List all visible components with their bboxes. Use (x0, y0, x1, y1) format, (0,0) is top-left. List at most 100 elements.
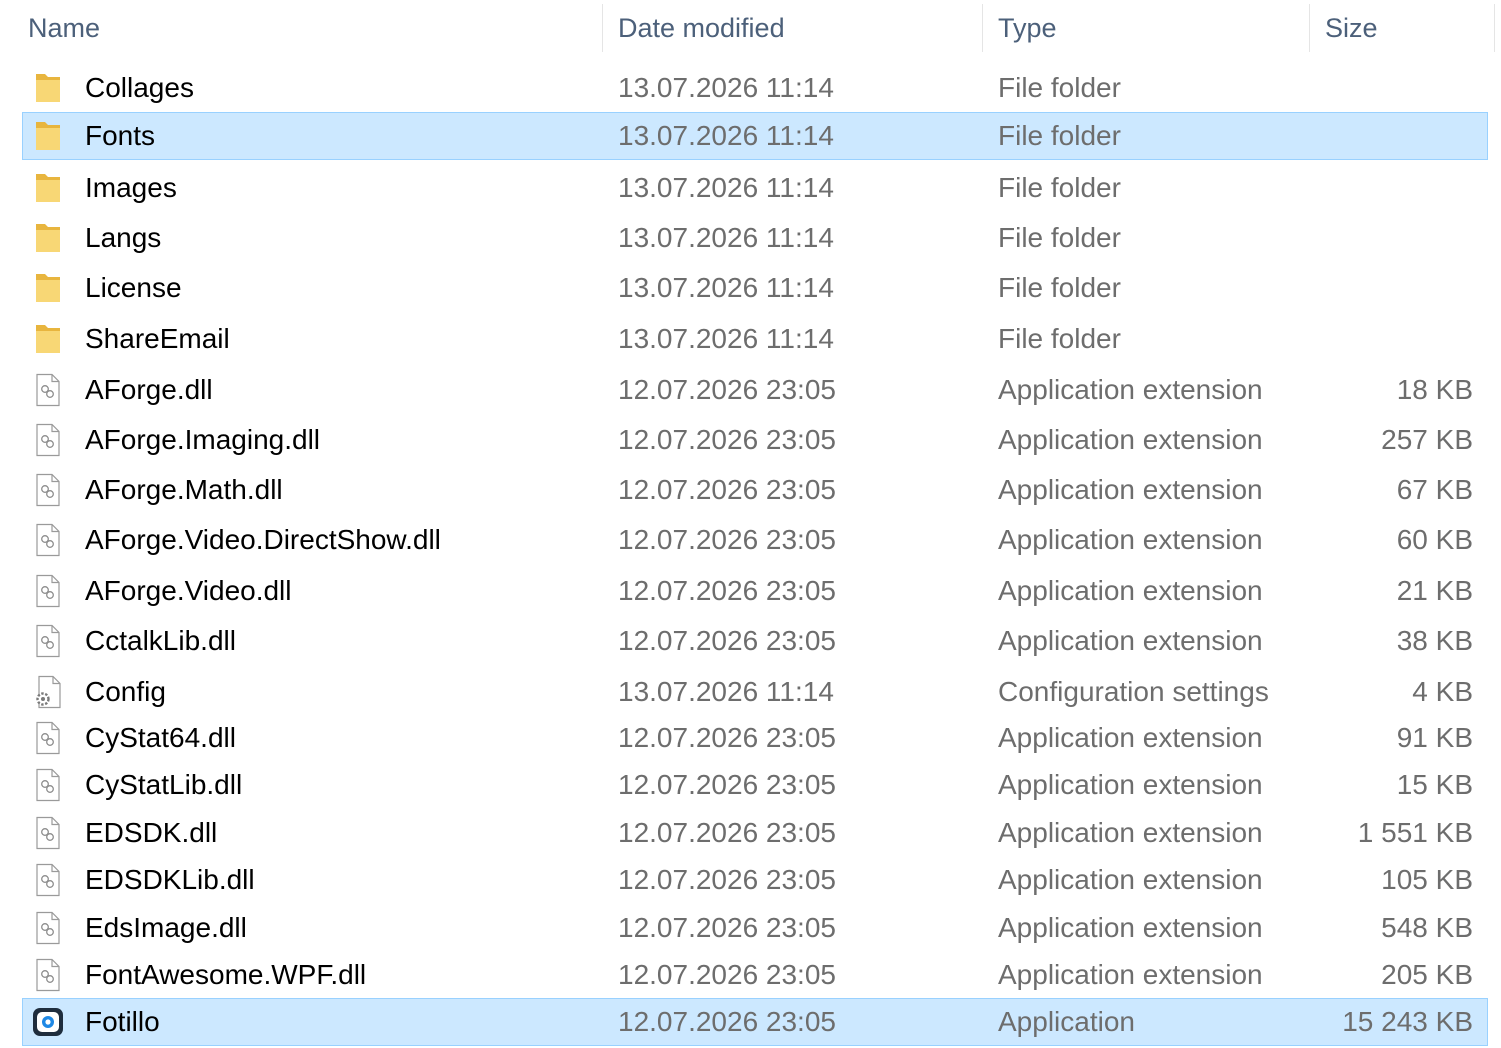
file-row[interactable]: FontAwesome.WPF.dll 12.07.2026 23:05 Appli… (22, 951, 1488, 999)
file-size: 91 KB (1396, 722, 1473, 753)
file-size: 38 KB (1396, 625, 1473, 656)
dll-file-icon (33, 816, 63, 850)
column-divider[interactable] (982, 4, 983, 52)
dll-file-icon (33, 911, 63, 945)
file-date-modified: 12.07.2026 23:05 (618, 474, 836, 505)
folder-icon (33, 271, 63, 305)
file-date-modified: 12.07.2026 23:05 (618, 817, 836, 848)
file-row[interactable]: EdsImage.dll 12.07.2026 23:05 Application … (22, 904, 1488, 952)
file-type: File folder (998, 120, 1121, 151)
column-divider[interactable] (1494, 4, 1495, 52)
file-name: EdsImage.dll (85, 912, 247, 943)
file-name: AForge.dll (85, 374, 213, 405)
file-name: Fonts (85, 120, 156, 151)
file-type: File folder (998, 172, 1121, 203)
file-date-modified: 13.07.2026 11:14 (618, 120, 834, 151)
file-date-modified: 12.07.2026 23:05 (618, 769, 836, 800)
file-row[interactable]: CctalkLib.dll 12.07.2026 23:05 Application… (22, 617, 1488, 665)
file-row[interactable]: Config 13.07.2026 11:14 Configuration sett… (22, 668, 1488, 716)
file-size: 60 KB (1396, 524, 1473, 555)
file-type: File folder (998, 222, 1121, 253)
file-name: ShareEmail (85, 323, 230, 354)
file-date-modified: 12.07.2026 23:05 (618, 524, 836, 555)
file-type: Application extension (998, 374, 1263, 405)
file-date-modified: 13.07.2026 11:14 (618, 272, 834, 303)
file-type: Application extension (998, 424, 1263, 455)
column-header-size[interactable]: Size (1325, 0, 1378, 56)
file-row[interactable]: Fotillo 12.07.2026 23:05 Application 15 243… (22, 998, 1488, 1046)
file-row[interactable]: CyStatLib.dll 12.07.2026 23:05 Application… (22, 761, 1488, 809)
file-row[interactable]: Langs 13.07.2026 11:14 File folder (22, 214, 1488, 262)
file-name: EDSDK.dll (85, 817, 218, 848)
column-header-type[interactable]: Type (998, 0, 1057, 56)
file-size: 15 243 KB (1342, 1006, 1473, 1037)
file-type: Application extension (998, 474, 1263, 505)
folder-icon (33, 221, 63, 255)
file-type: Application extension (998, 575, 1263, 606)
dll-file-icon (33, 721, 63, 755)
file-row[interactable]: AForge.Imaging.dll 12.07.2026 23:05 Applic… (22, 416, 1488, 464)
file-size: 205 KB (1381, 959, 1473, 990)
file-date-modified: 12.07.2026 23:05 (618, 912, 836, 943)
dll-file-icon (33, 423, 63, 457)
file-date-modified: 12.07.2026 23:05 (618, 722, 836, 753)
file-name: AForge.Math.dll (85, 474, 283, 505)
file-type: Application extension (998, 524, 1263, 555)
file-row[interactable]: AForge.Video.DirectShow.dll 12.07.2026 23… (22, 516, 1488, 564)
file-type: Application (998, 1006, 1135, 1037)
file-type: Application extension (998, 625, 1263, 656)
column-header-date-modified[interactable]: Date modified (618, 0, 785, 56)
file-row[interactable]: Images 13.07.2026 11:14 File folder (22, 164, 1488, 212)
file-name: Langs (85, 222, 162, 253)
dll-file-icon (33, 768, 63, 802)
file-type: Application extension (998, 817, 1263, 848)
file-date-modified: 12.07.2026 23:05 (618, 625, 836, 656)
file-name: CyStat64.dll (85, 722, 236, 753)
file-type: File folder (998, 272, 1121, 303)
config-file-icon (33, 675, 63, 709)
file-name: Fotillo (85, 1006, 160, 1037)
file-type: File folder (998, 72, 1121, 103)
dll-file-icon (33, 624, 63, 658)
file-row[interactable]: AForge.Math.dll 12.07.2026 23:05 Applicati… (22, 466, 1488, 514)
file-size: 548 KB (1381, 912, 1473, 943)
folder-icon (33, 322, 63, 356)
file-name: AForge.Video.dll (85, 575, 292, 606)
folder-icon (33, 171, 63, 205)
file-name: AForge.Video.DirectShow.dll (85, 524, 441, 555)
file-date-modified: 13.07.2026 11:14 (618, 222, 834, 253)
dll-file-icon (33, 863, 63, 897)
file-row[interactable]: EDSDK.dll 12.07.2026 23:05 Application ext… (22, 809, 1488, 857)
file-size: 4 KB (1412, 676, 1473, 707)
column-divider[interactable] (602, 4, 603, 52)
file-name: CctalkLib.dll (85, 625, 236, 656)
dll-file-icon (33, 574, 63, 608)
fotillo-app-icon (33, 1005, 63, 1039)
file-row[interactable]: ShareEmail 13.07.2026 11:14 File folder (22, 315, 1488, 363)
dll-file-icon (33, 958, 63, 992)
file-row[interactable]: CyStat64.dll 12.07.2026 23:05 Application … (22, 714, 1488, 762)
folder-icon (33, 71, 63, 105)
file-row[interactable]: Collages 13.07.2026 11:14 File folder (22, 64, 1488, 112)
file-name: EDSDKLib.dll (85, 864, 255, 895)
column-divider[interactable] (1309, 4, 1310, 52)
file-date-modified: 12.07.2026 23:05 (618, 374, 836, 405)
file-size: 257 KB (1381, 424, 1473, 455)
file-type: Application extension (998, 959, 1263, 990)
file-date-modified: 13.07.2026 11:14 (618, 676, 834, 707)
file-type: Application extension (998, 722, 1263, 753)
file-date-modified: 12.07.2026 23:05 (618, 864, 836, 895)
file-row[interactable]: Fonts 13.07.2026 11:14 File folder (22, 112, 1488, 160)
file-row[interactable]: EDSDKLib.dll 12.07.2026 23:05 Application … (22, 856, 1488, 904)
file-name: CyStatLib.dll (85, 769, 243, 800)
file-date-modified: 12.07.2026 23:05 (618, 1006, 836, 1037)
file-type: File folder (998, 323, 1121, 354)
file-name: Images (85, 172, 177, 203)
file-row[interactable]: AForge.dll 12.07.2026 23:05 Application ex… (22, 366, 1488, 414)
column-header-name[interactable]: Name (28, 0, 100, 56)
file-row[interactable]: License 13.07.2026 11:14 File folder (22, 264, 1488, 312)
file-size: 18 KB (1396, 374, 1473, 405)
file-size: 21 KB (1396, 575, 1473, 606)
file-name: Config (85, 676, 166, 707)
file-row[interactable]: AForge.Video.dll 12.07.2026 23:05 Applicat… (22, 567, 1488, 615)
